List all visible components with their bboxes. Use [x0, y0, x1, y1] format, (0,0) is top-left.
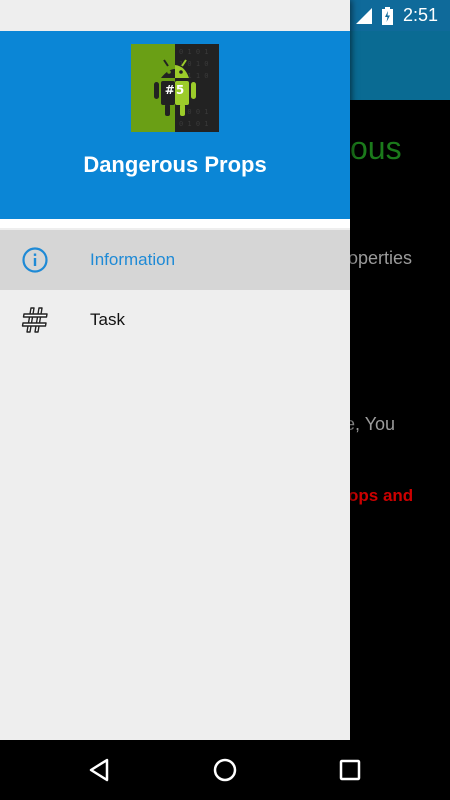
- background-warning-text: ops and: [350, 486, 414, 505]
- logo-text: #5: [164, 83, 186, 97]
- status-time: 2:51: [402, 5, 438, 25]
- background-text-line: e, You: [350, 414, 396, 434]
- system-navigation-bar: [0, 740, 450, 800]
- background-title: ous: [350, 130, 402, 166]
- app-logo: 0 1 0 1 1 0 1 0 0 1 1 0 1 0 0 1 0 1 0 1: [131, 44, 219, 132]
- recent-apps-icon[interactable]: [336, 756, 364, 784]
- drawer-header: 0 1 0 1 1 0 1 0 0 1 1 0 1 0 0 1 0 1 0 1: [0, 31, 350, 219]
- divider: [0, 219, 350, 228]
- home-icon[interactable]: [211, 756, 239, 784]
- background-text-line: operties: [350, 248, 413, 268]
- drawer-item-label: Information: [90, 250, 176, 269]
- background-content: ous operties e, You ops and: [350, 100, 450, 740]
- signal-icon: [355, 7, 372, 24]
- svg-text:0 1 0 1: 0 1 0 1: [179, 120, 209, 128]
- drawer-item-task[interactable]: Task: [0, 290, 350, 350]
- back-icon[interactable]: [86, 756, 114, 784]
- drawer-title: Dangerous Props: [83, 152, 267, 177]
- info-icon: [22, 247, 48, 273]
- battery-charging-icon: [381, 6, 393, 25]
- drawer-item-information[interactable]: Information: [0, 230, 350, 290]
- hash-icon: [21, 307, 48, 333]
- drawer-item-label: Task: [90, 310, 125, 329]
- navigation-drawer: 0 1 0 1 1 0 1 0 0 1 1 0 1 0 0 1 0 1 0 1: [0, 0, 350, 740]
- drawer-menu: Information Task: [0, 230, 350, 350]
- svg-text:0 1 0 1: 0 1 0 1: [179, 48, 209, 56]
